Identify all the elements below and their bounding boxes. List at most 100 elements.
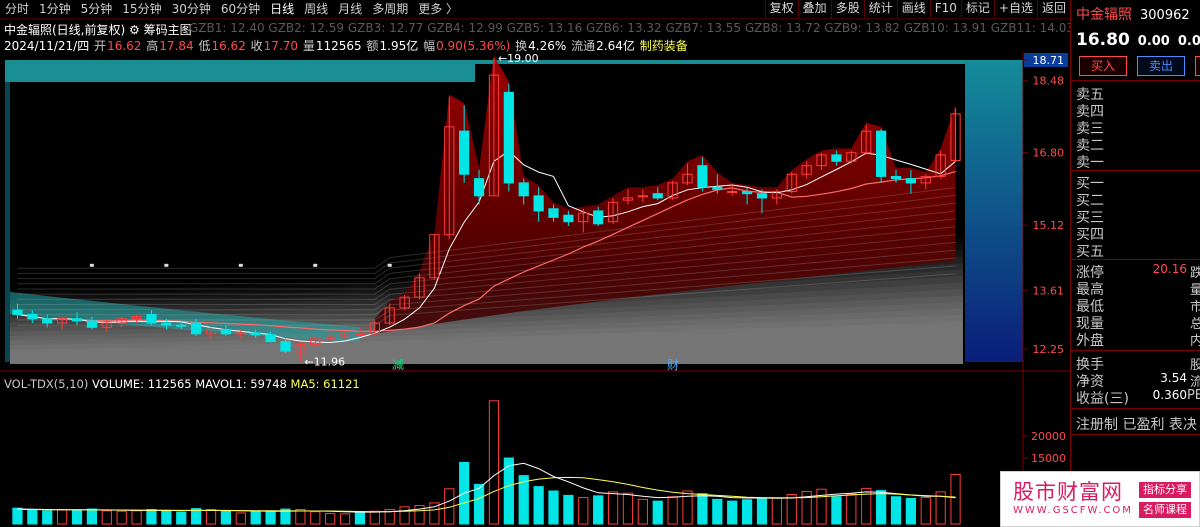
divider: [1071, 170, 1200, 171]
volume-bar: [176, 511, 187, 525]
volume-bar: [727, 500, 738, 525]
overlay-button[interactable]: 叠加: [797, 0, 831, 19]
volume-indicator-name[interactable]: VOL-TDX(5,10): [4, 377, 88, 391]
candle-body: [265, 334, 276, 343]
volume-bar: [325, 512, 336, 525]
volume-bar: [310, 511, 321, 525]
sell-button[interactable]: 卖出: [1137, 56, 1185, 76]
stat2-row-value: 0.360: [1152, 388, 1187, 402]
range-value: 0.90(5.36%): [436, 39, 511, 53]
tab-30min[interactable]: 30分钟: [167, 0, 216, 19]
open-label: 开: [94, 39, 107, 53]
volume-bar: [27, 508, 38, 525]
tab-15min[interactable]: 15分钟: [117, 0, 166, 19]
stat-row: 现量总: [1076, 313, 1200, 332]
tab-daily[interactable]: 日线: [265, 0, 299, 19]
volume-bar: [607, 491, 619, 525]
tab-more[interactable]: 更多 〉: [413, 0, 463, 19]
extra-trade-button[interactable]: [1195, 56, 1200, 76]
candle-body: [905, 178, 916, 184]
divider: [1071, 259, 1200, 260]
stat-row-tail: 内: [1189, 334, 1200, 349]
price-tick-label: 12.25: [1033, 343, 1065, 356]
back-button[interactable]: 返回: [1036, 0, 1070, 19]
chart-title: 中金辐照(日线,前复权): [4, 23, 126, 37]
volume-tick-label: 20000: [1031, 430, 1066, 443]
stat-row-label: 外盘: [1076, 333, 1104, 349]
chip-dot: [89, 263, 94, 267]
candle-body: [459, 130, 470, 175]
volume-bar: [161, 509, 172, 525]
volume-chart[interactable]: 200001500010000: [0, 372, 1070, 527]
sector-tag[interactable]: 制药装备: [640, 39, 688, 53]
tab-1min[interactable]: 1分钟: [34, 0, 76, 19]
main-indicator-name[interactable]: 筹码主图: [144, 23, 192, 37]
stat2-row: 净资 3.54 流: [1076, 371, 1200, 390]
multi-stock-button[interactable]: 多股: [830, 0, 864, 19]
event-marker-cai: 财: [667, 358, 679, 372]
candlestick-chart[interactable]: 18.71 18.48 16.80 15.12 13.61 12.25 ←19.00 ←11…: [0, 52, 1070, 372]
volume-bar: [741, 499, 753, 525]
price-tick-label: 18.48: [1033, 74, 1065, 87]
price-tick-label: 15.12: [1033, 219, 1065, 232]
volume-bar: [920, 497, 931, 525]
candle-body: [280, 341, 291, 352]
volume-bar: [652, 500, 663, 525]
candle-body: [27, 313, 38, 320]
draw-line-button[interactable]: 画线: [896, 0, 930, 19]
candle-body: [473, 178, 485, 197]
volume-bar: [667, 496, 678, 525]
chip-band-left: [5, 82, 10, 362]
bid-row-label: 买五: [1076, 244, 1104, 260]
divider: [1071, 408, 1200, 409]
ask-row-label: 卖一: [1076, 155, 1104, 171]
chip-dot: [164, 263, 169, 267]
tab-weekly[interactable]: 周线: [299, 0, 333, 19]
volume-bar: [712, 498, 723, 525]
trade-buttons: 买入 卖出: [1079, 56, 1200, 76]
price-change: 0.00: [1137, 34, 1170, 49]
gear-icon[interactable]: ⚙: [129, 23, 140, 37]
statistics-button[interactable]: 统计: [863, 0, 897, 19]
volume-bar: [295, 508, 306, 525]
volume-bar: [57, 509, 68, 525]
stat2-row-tail: PE: [1186, 388, 1200, 403]
tab-5min[interactable]: 5分钟: [76, 0, 118, 19]
add-watchlist-button[interactable]: +自选: [993, 0, 1037, 19]
volume-bar: [831, 496, 842, 525]
tab-monthly[interactable]: 月线: [333, 0, 367, 19]
open-value: 16.62: [107, 39, 142, 53]
volume-bar: [563, 494, 574, 525]
bid-row: 买一: [1076, 173, 1200, 192]
tab-fenshi[interactable]: 分时: [0, 0, 34, 19]
mark-button[interactable]: 标记: [960, 0, 994, 19]
volume-bar: [548, 490, 559, 525]
chart-title-line: 中金辐照(日线,前复权) ⚙ 筹码主图 GZB1: 12.40 GZB2: 12…: [4, 21, 1095, 37]
low-value: 16.62: [211, 39, 246, 53]
volume-indicator-volume: VOLUME: 112565: [92, 377, 192, 391]
stat-row: 最低市: [1076, 296, 1200, 315]
volume-bar: [875, 490, 887, 525]
low-marker-label: ←11.96: [304, 355, 345, 368]
f10-button[interactable]: F10: [929, 0, 961, 19]
tab-multi-period[interactable]: 多周期: [367, 0, 413, 19]
divider: [1071, 350, 1200, 351]
buy-button[interactable]: 买入: [1079, 56, 1127, 76]
tab-60min[interactable]: 60分钟: [216, 0, 265, 19]
toolbar-right-buttons: 复权 叠加 多股 统计 画线 F10 标记 +自选 返回: [764, 0, 1070, 19]
volume-bar: [12, 507, 23, 525]
bid-row: 买四: [1076, 224, 1200, 243]
app-window: 分时 1分钟 5分钟 15分钟 30分钟 60分钟 日线 周线 月线 多周期 更…: [0, 0, 1200, 527]
ohlc-info-line: 2024/11/21/四 开16.62 高17.84 低16.62 收17.70…: [4, 37, 689, 53]
stat2-row: 收益(三) 0.360 PE: [1076, 388, 1200, 407]
divider: [1071, 80, 1200, 81]
fuquan-button[interactable]: 复权: [764, 0, 798, 19]
volume-ma-lines: [17, 462, 956, 513]
volume-bar: [220, 510, 232, 525]
chip-distribution-layer: [5, 55, 1023, 364]
volume-bar: [622, 492, 634, 525]
candle-body: [637, 195, 648, 198]
listing-tags: 注册制 已盈利 表决: [1076, 417, 1197, 433]
volume-bar: [339, 513, 351, 525]
candle-body: [220, 329, 232, 335]
